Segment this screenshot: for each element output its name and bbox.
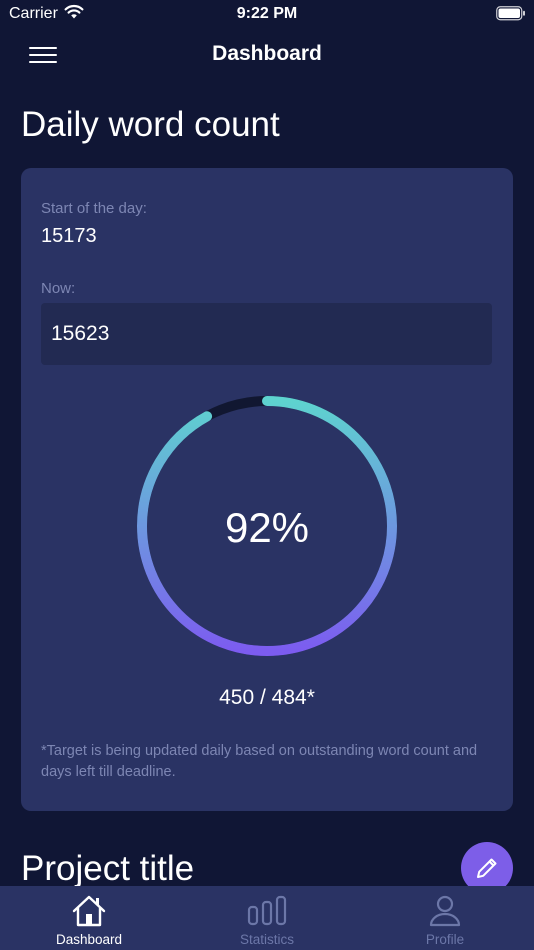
clock: 9:22 PM xyxy=(236,5,298,22)
daily-word-count-card: Start of the day: 15173 Now: 15623 92% 4… xyxy=(21,168,513,811)
tab-dashboard-label: Dashboard xyxy=(55,932,123,947)
project-title-heading: Project title xyxy=(21,849,195,888)
target-footnote: *Target is being updated daily based on … xyxy=(41,743,478,780)
progress-percent: 92% xyxy=(224,504,310,551)
tab-statistics-label: Statistics xyxy=(239,932,294,947)
bar-chart-icon xyxy=(178,894,356,933)
person-icon xyxy=(356,894,534,933)
now-word-count-input[interactable]: 15623 xyxy=(41,303,492,365)
now-label: Now: xyxy=(41,280,76,297)
word-count-ratio: 450 / 484* xyxy=(219,686,315,709)
pencil-icon xyxy=(477,858,497,878)
tab-bar: Dashboard Statistics Profile xyxy=(0,886,534,950)
tab-profile-label: Profile xyxy=(425,932,465,947)
nav-bar: Dashboard xyxy=(0,28,534,84)
battery-icon xyxy=(496,6,526,26)
home-icon xyxy=(0,894,178,933)
start-of-day-value: 15173 xyxy=(41,225,97,247)
page-title: Dashboard xyxy=(212,42,322,65)
daily-word-count-heading: Daily word count xyxy=(21,105,280,144)
tab-profile[interactable]: Profile xyxy=(356,886,534,950)
tab-dashboard[interactable]: Dashboard xyxy=(0,886,178,950)
tab-statistics[interactable]: Statistics xyxy=(178,886,356,950)
start-of-day-label: Start of the day: xyxy=(41,200,147,217)
status-bar: Carrier 9:22 PM xyxy=(0,0,534,28)
